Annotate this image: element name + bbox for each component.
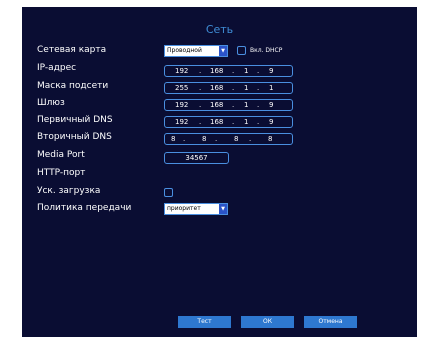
octet-separator: . [249,135,252,143]
octet-separator: . [199,118,202,126]
test-button[interactable]: Тест [178,316,231,328]
mask-octet[interactable]: 255 [175,83,188,93]
octet-separator: . [257,84,260,92]
octet-separator: . [232,67,235,75]
octet-separator: . [257,101,260,109]
dns1-octet[interactable]: 168 [210,117,223,127]
dns2-field[interactable]: 8 . 8 . 8 . 8 [164,133,293,145]
octet-separator: . [183,135,186,143]
octet-separator: . [257,118,260,126]
subnet-mask-field[interactable]: 255 . 168 . 1 . 1 [164,82,293,94]
dns2-octet[interactable]: 8 [234,134,238,144]
ip-address-field[interactable]: 192 . 168 . 1 . 9 [164,65,293,77]
octet-separator: . [199,84,202,92]
chevron-down-icon: ▼ [219,204,227,214]
label-fast-download: Уск. загрузка [37,186,101,196]
dns1-octet[interactable]: 1 [244,117,248,127]
ip-octet[interactable]: 192 [175,66,188,76]
dhcp-checkbox[interactable] [237,46,246,55]
ip-octet[interactable]: 9 [269,66,273,76]
mask-octet[interactable]: 1 [244,83,248,93]
ip-octet[interactable]: 1 [244,66,248,76]
gateway-octet[interactable]: 1 [244,100,248,110]
gateway-octet[interactable]: 192 [175,100,188,110]
octet-separator: . [232,84,235,92]
media-port-input[interactable]: 34567 [164,152,229,164]
label-gateway: Шлюз [37,98,65,108]
gateway-field[interactable]: 192 . 168 . 1 . 9 [164,99,293,111]
label-dns2: Вторичный DNS [37,132,112,142]
label-transfer-policy: Политика передачи [37,203,132,213]
octet-separator: . [215,135,218,143]
dns1-field[interactable]: 192 . 168 . 1 . 9 [164,116,293,128]
dns2-octet[interactable]: 8 [268,134,272,144]
octet-separator: . [232,118,235,126]
label-mask: Маска подсети [37,81,109,91]
label-ip: IP-адрес [37,63,77,73]
fast-download-checkbox[interactable] [164,188,173,197]
gateway-octet[interactable]: 9 [269,100,273,110]
cancel-button[interactable]: Отмена [304,316,357,328]
network-card-value: Проводной [167,47,202,54]
ip-octet[interactable]: 168 [210,66,223,76]
octet-separator: . [232,101,235,109]
chevron-down-icon: ▼ [219,46,227,56]
dns2-octet[interactable]: 8 [171,134,175,144]
transfer-policy-select[interactable]: приоритет ▼ [164,203,228,215]
network-card-select[interactable]: Проводной ▼ [164,45,228,57]
transfer-policy-value: приоритет [167,205,201,212]
mask-octet[interactable]: 1 [269,83,273,93]
network-settings-dialog: Сеть Сетевая карта IP-адрес Маска подсет… [22,7,417,337]
octet-separator: . [199,101,202,109]
label-media-port: Media Port [37,150,85,160]
gateway-octet[interactable]: 168 [210,100,223,110]
dns1-octet[interactable]: 9 [269,117,273,127]
label-network-card: Сетевая карта [37,45,107,55]
octet-separator: . [199,67,202,75]
label-dns1: Первичный DNS [37,115,113,125]
dhcp-label: Вкл. DHCP [250,47,283,54]
dns1-octet[interactable]: 192 [175,117,188,127]
ok-button[interactable]: ОК [241,316,294,328]
dns2-octet[interactable]: 8 [202,134,206,144]
octet-separator: . [257,67,260,75]
dialog-title: Сеть [205,23,234,36]
mask-octet[interactable]: 168 [210,83,223,93]
label-http-port: HTTP-порт [37,168,86,178]
